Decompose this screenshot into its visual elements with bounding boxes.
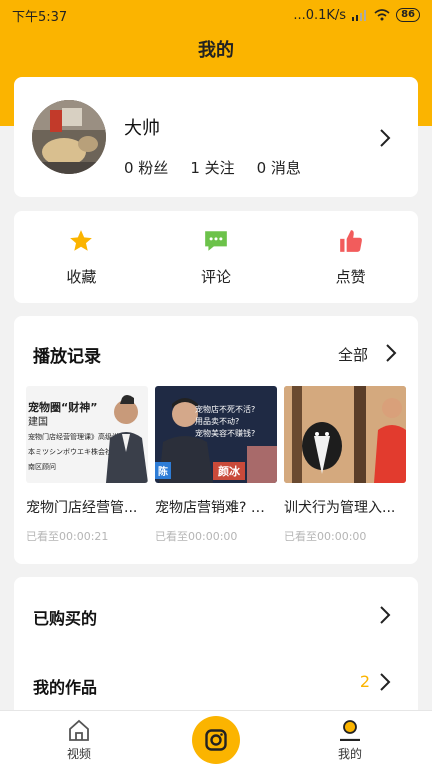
play-history-card: 播放记录 全部 宠物圈“财神” 建国 宠物门店经营管理课》高级讲师 本ミツシンボ… (14, 316, 418, 564)
purchased-label: 已购买的 (33, 609, 98, 628)
star-icon (70, 229, 93, 251)
user-stats: 0 粉丝 1 关注 0 消息 (124, 157, 301, 178)
nav-video-label: 视频 (67, 747, 92, 761)
actions-card: 收藏 评论 点赞 (14, 211, 418, 303)
likes-button[interactable]: 点赞 (283, 211, 418, 303)
section-title: 播放记录 (33, 347, 101, 367)
history-item[interactable]: 宠物店不死不活? 用品卖不动? 宠物美容不赚钱? 陈 颜冰 宠物店营销难? 干.… (155, 386, 277, 544)
status-bar: 下午5:37 ...0.1K/s 86 (0, 0, 432, 30)
history-list: 宠物圈“财神” 建国 宠物门店经营管理课》高级讲师 本ミツシンボウエキ株会社 南… (26, 386, 406, 544)
status-time: 下午5:37 (12, 9, 68, 25)
dog-trainer-image (284, 386, 406, 483)
video-title: 宠物门店经营管... (26, 500, 138, 516)
avatar[interactable] (32, 100, 106, 174)
nav-mine[interactable]: 我的 (338, 719, 362, 762)
history-item[interactable]: 训犬行为管理入... 已看至00:00:00 (284, 386, 406, 544)
page-title: 我的 (198, 40, 234, 61)
chevron-right-icon[interactable] (384, 343, 398, 363)
network-speed: ...0.1K/s (293, 7, 347, 23)
watch-progress: 已看至00:00:21 (26, 530, 109, 543)
video-thumbnail[interactable]: 宠物圈“财神” 建国 宠物门店经营管理课》高级讲师 本ミツシンボウエキ株会社 南… (26, 386, 148, 483)
video-title: 宠物店营销难? 干... (155, 500, 277, 516)
battery-icon: 86 (396, 8, 420, 22)
follows-count[interactable]: 1 关注 (190, 157, 234, 178)
watch-progress: 已看至00:00:00 (155, 530, 238, 543)
favorites-label: 收藏 (66, 267, 97, 286)
chevron-right-icon (380, 606, 391, 624)
profile-card[interactable]: 大帅 0 粉丝 1 关注 0 消息 (14, 77, 418, 197)
likes-label: 点赞 (335, 267, 366, 286)
nav-video[interactable]: 视频 (67, 719, 91, 762)
messages-count[interactable]: 0 消息 (257, 157, 301, 178)
chevron-right-icon[interactable] (378, 128, 392, 148)
wifi-icon (374, 9, 390, 21)
nav-mine-label: 我的 (338, 747, 363, 761)
favorites-button[interactable]: 收藏 (14, 211, 149, 303)
camera-button[interactable] (192, 716, 240, 764)
fans-count[interactable]: 0 粉丝 (124, 157, 168, 178)
chevron-right-icon (380, 673, 391, 691)
thumbs-up-icon (339, 229, 362, 252)
user-icon (340, 720, 360, 741)
camera-icon (205, 729, 227, 751)
purchased-item[interactable]: 已购买的 (14, 585, 418, 645)
user-name: 大帅 (124, 118, 160, 139)
signal-icon (352, 10, 367, 21)
comments-label: 评论 (201, 267, 232, 286)
video-title: 训犬行为管理入... (284, 500, 396, 516)
home-icon (69, 719, 89, 741)
menu-list-card: 已购买的 我的作品 2 (14, 577, 418, 717)
video-thumbnail[interactable]: 宠物店不死不活? 用品卖不动? 宠物美容不赚钱? 陈 颜冰 (155, 386, 277, 483)
works-count: 2 (359, 672, 370, 691)
comment-icon (205, 230, 227, 251)
video-thumbnail[interactable] (284, 386, 406, 483)
my-works-label: 我的作品 (33, 678, 98, 697)
my-works-item[interactable]: 我的作品 2 (14, 654, 418, 714)
see-all-link[interactable]: 全部 (338, 344, 368, 365)
watch-progress: 已看至00:00:00 (284, 530, 367, 543)
comments-button[interactable]: 评论 (149, 211, 284, 303)
person-image (106, 395, 148, 483)
history-item[interactable]: 宠物圈“财神” 建国 宠物门店经营管理课》高级讲师 本ミツシンボウエキ株会社 南… (26, 386, 148, 544)
